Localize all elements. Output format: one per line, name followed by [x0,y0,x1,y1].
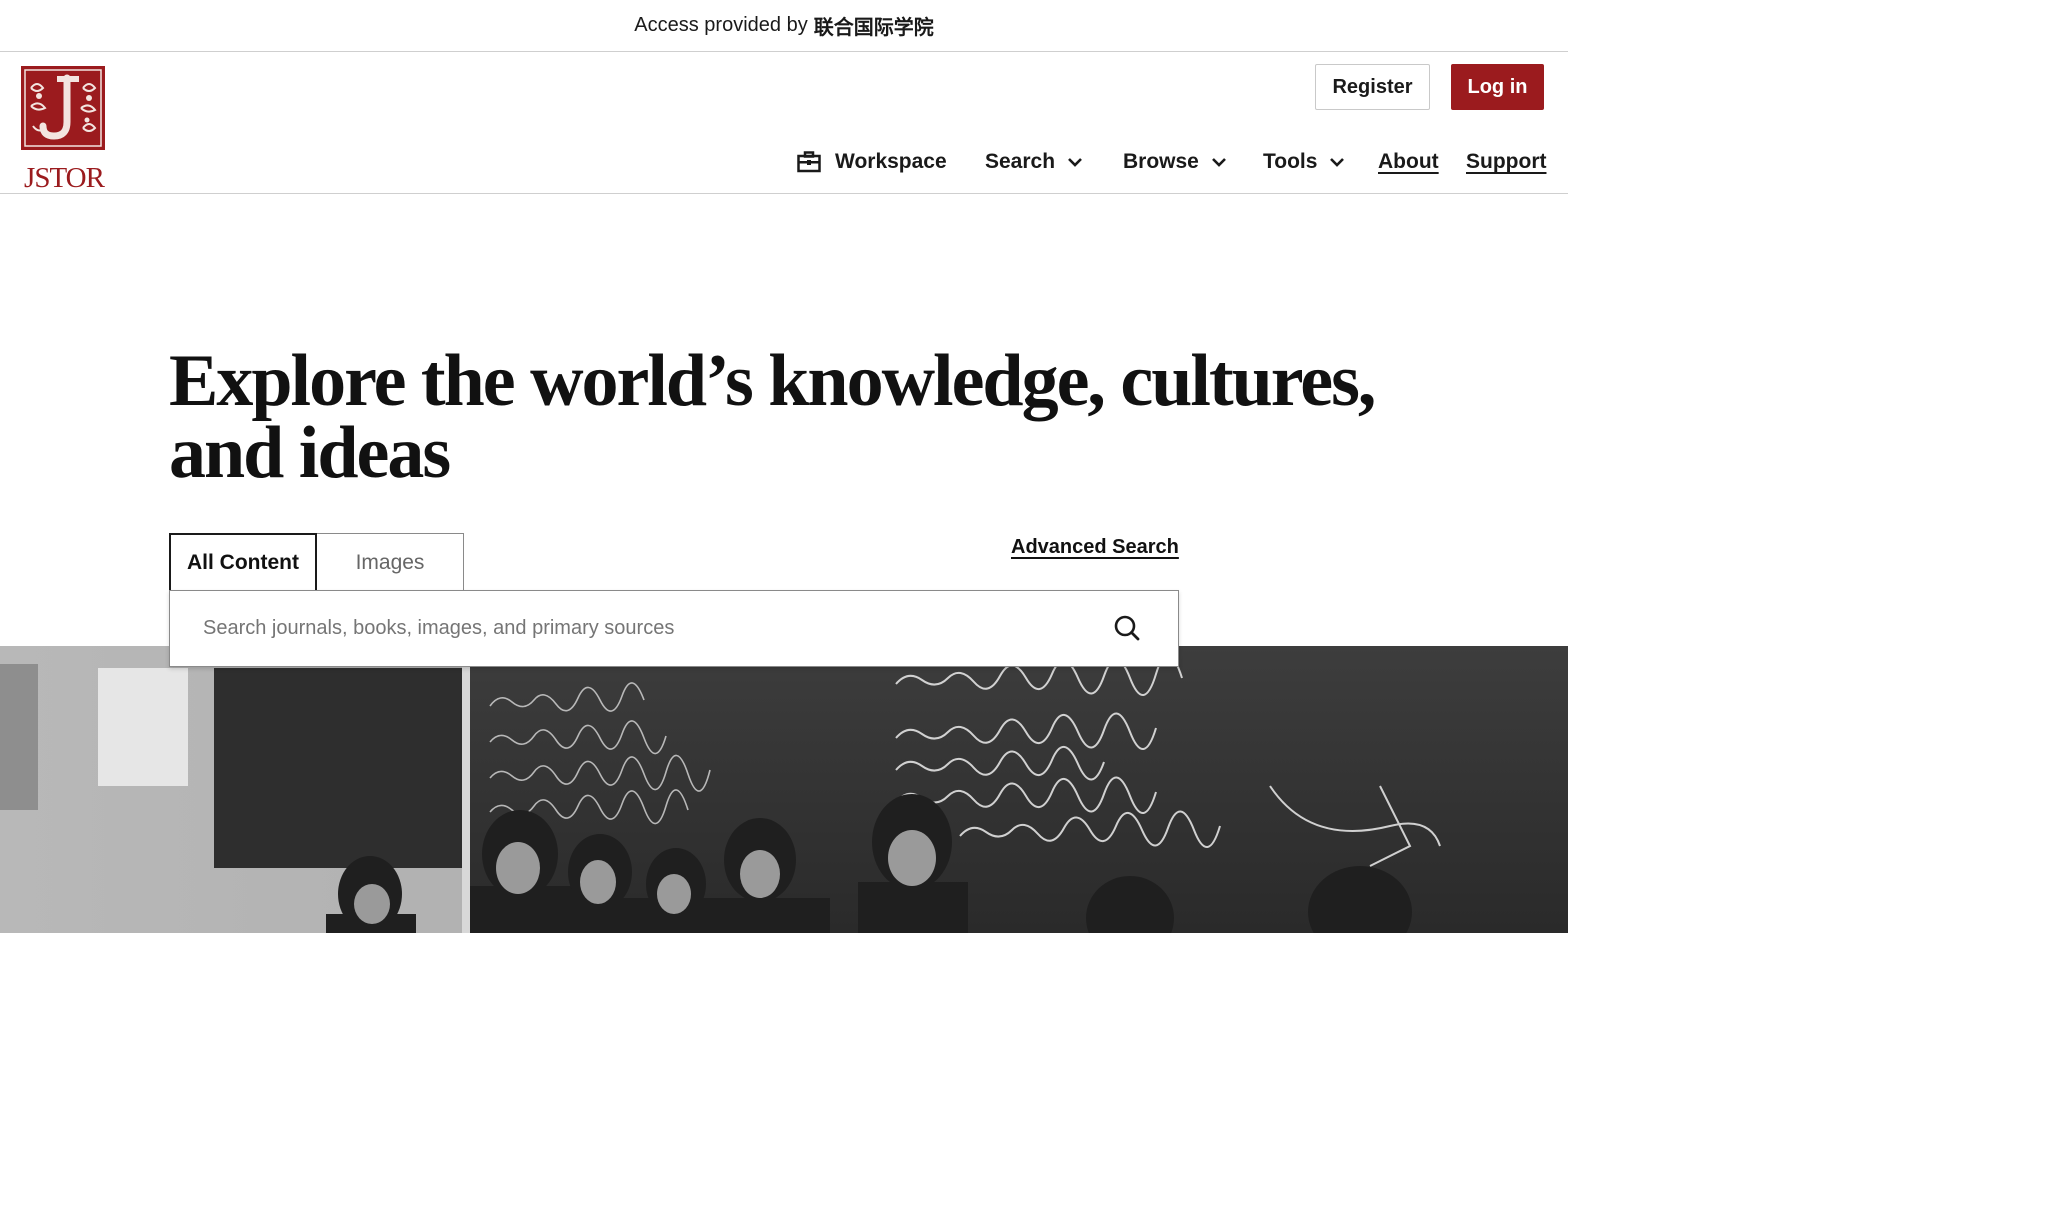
nav-tools-label: Tools [1263,150,1318,173]
nav-workspace[interactable]: Workspace [797,145,947,179]
tab-all-content[interactable]: All Content [169,533,317,591]
search-box [169,590,1179,667]
advanced-search-link[interactable]: Advanced Search [1011,536,1179,559]
classroom-photo [0,646,1568,933]
nav-workspace-label: Workspace [835,150,947,173]
search-submit-button[interactable] [1105,611,1149,649]
magnifier-icon [1113,614,1141,647]
nav-tools[interactable]: Tools [1263,145,1345,179]
login-button[interactable]: Log in [1451,64,1544,110]
main-nav: Workspace Search Browse Tools About Supp… [0,145,1568,179]
access-institution: 联合国际学院 [813,17,934,39]
nav-support-label: Support [1466,150,1547,173]
nav-about[interactable]: About [1378,145,1439,179]
logo-emblem-icon [21,66,105,150]
search-input[interactable] [170,591,1090,666]
hero-title-line2: and ideas [169,412,451,494]
access-banner: Access provided by 联合国际学院 [0,0,1568,52]
nav-search[interactable]: Search [985,145,1083,179]
register-button[interactable]: Register [1315,64,1430,110]
logo-emblem [21,66,105,150]
access-prefix: Access provided by [634,14,808,36]
nav-browse[interactable]: Browse [1123,145,1227,179]
nav-browse-label: Browse [1123,150,1199,173]
briefcase-icon [797,151,821,173]
site-header: JSTOR Register Log in Workspace Search B… [0,53,1568,194]
nav-support[interactable]: Support [1466,145,1546,179]
hero-photo [0,646,1568,933]
nav-search-label: Search [985,150,1056,173]
chevron-down-icon [1211,157,1227,167]
tab-images[interactable]: Images [316,533,464,591]
chevron-down-icon [1329,157,1345,167]
hero-title: Explore the world’s knowledge, cultures,… [169,344,1429,490]
hero-title-line1: Explore the world’s knowledge, cultures, [169,340,1376,422]
nav-about-label: About [1378,150,1439,173]
chevron-down-icon [1067,157,1083,167]
